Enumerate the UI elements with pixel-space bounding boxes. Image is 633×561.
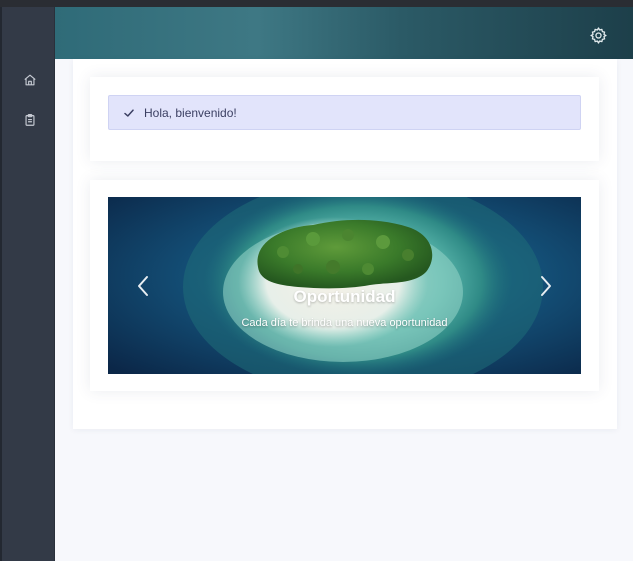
sidebar-item-clipboard[interactable]	[22, 112, 38, 128]
main-content: Hola, bienvenido! Oportunidad Cada día t…	[73, 59, 617, 429]
island-photo	[108, 197, 581, 374]
check-icon	[123, 107, 135, 119]
alert-message: Hola, bienvenido!	[144, 105, 237, 120]
window-top-strip	[0, 0, 633, 7]
top-header	[55, 7, 633, 59]
welcome-card: Hola, bienvenido!	[90, 77, 599, 161]
gear-icon	[589, 26, 607, 44]
home-icon	[24, 74, 36, 86]
sidebar-item-home[interactable]	[22, 72, 38, 88]
carousel-card: Oportunidad Cada día te brinda una nueva…	[90, 180, 599, 391]
image-carousel[interactable]: Oportunidad Cada día te brinda una nueva…	[108, 197, 581, 374]
slide-title: Oportunidad	[293, 287, 396, 306]
sidebar	[0, 7, 55, 561]
slide-caption: Cada día te brinda una nueva oportunidad	[241, 317, 448, 329]
welcome-alert: Hola, bienvenido!	[108, 95, 581, 130]
settings-button[interactable]	[588, 25, 608, 45]
clipboard-icon	[25, 114, 35, 126]
